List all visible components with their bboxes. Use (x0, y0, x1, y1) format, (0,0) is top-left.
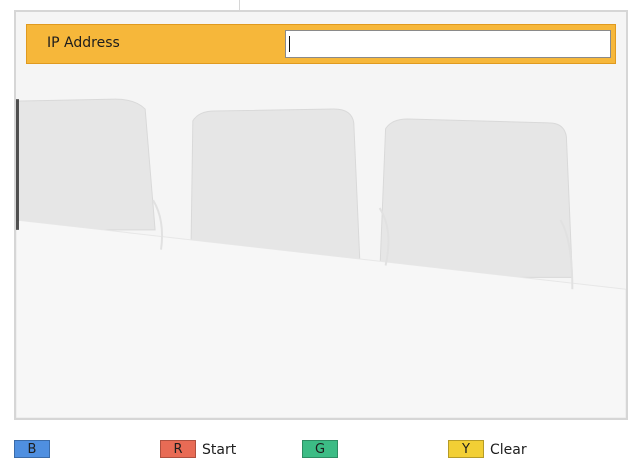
key-y-button[interactable]: Y (448, 440, 484, 458)
ip-address-bar: IP Address (26, 24, 616, 64)
footer-key-guide: B R Start G Y Clear (0, 430, 642, 459)
text-cursor (289, 36, 290, 52)
key-g-button[interactable]: G (302, 440, 338, 458)
top-divider (239, 0, 240, 10)
key-b-button[interactable]: B (14, 440, 50, 458)
key-y-label: Y (462, 441, 470, 457)
main-screen: IP Address (14, 10, 628, 420)
meeting-room-background (16, 12, 626, 418)
clear-label: Clear (490, 442, 527, 458)
start-label: Start (202, 442, 237, 458)
key-r-label: R (173, 441, 183, 457)
ip-address-input[interactable] (285, 30, 611, 58)
key-r-button[interactable]: R (160, 440, 196, 458)
ip-address-label: IP Address (47, 35, 120, 51)
key-b-label: B (27, 441, 37, 457)
key-g-label: G (314, 441, 326, 457)
